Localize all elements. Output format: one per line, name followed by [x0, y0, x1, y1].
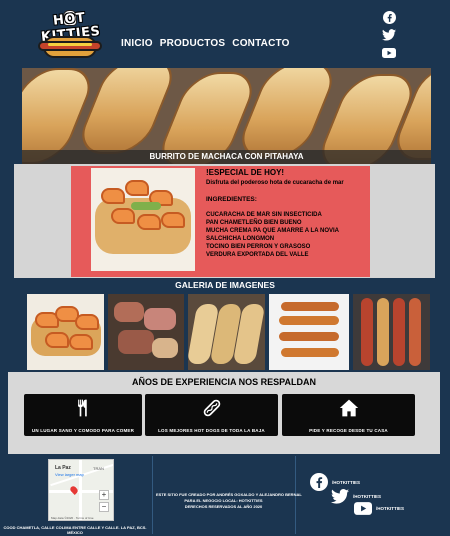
burritos-photo[interactable]: [188, 294, 265, 370]
home-icon: [339, 399, 358, 417]
facebook-icon[interactable]: [381, 10, 397, 24]
social-label: /HOTKITTIES: [332, 479, 360, 485]
shrimp-shape: [161, 212, 185, 228]
cucumber-shape: [131, 202, 161, 210]
ingredient-item: SALCHICHA LONGMON: [206, 236, 275, 242]
site-header: HOT KITTIES INICIO PRODUCTOS CONTACTO: [0, 0, 450, 66]
shrimp-shape: [111, 208, 135, 224]
twitter-icon: [331, 489, 349, 504]
footer-youtube-link[interactable]: /HOTKITTIES: [354, 502, 404, 515]
map-larger-link[interactable]: View larger map: [55, 472, 84, 477]
ingredient-item: VERDURA EXPORTADA DEL VALLE: [206, 252, 309, 258]
header-social-links: [381, 10, 397, 64]
shrimp-shape: [125, 180, 149, 196]
business-address: COOD CHAMETLA, CALLE COLIMA ENTRE CALLE …: [3, 525, 147, 535]
ingredient-item: MUCHA CREMA PA QUE AMARRE A LA NOVIA: [206, 228, 339, 234]
shrimp-shape: [137, 214, 161, 230]
experience-label: LOS MEJORES HOT DOGS DE TODA LA BAJA: [158, 428, 265, 433]
experience-title: AÑOS DE EXPERIENCIA NOS RESPALDAN: [131, 377, 317, 387]
sliced-meat-photo[interactable]: [108, 294, 184, 370]
ingredient-item: TOCINO BIEN PERRON Y GRASOSO: [206, 244, 311, 250]
ingredient-item: CUCARACHA DE MAR SIN INSECTICIDA: [206, 212, 322, 218]
site-credits: ESTE SITIO FUE CREADO POR ANDRÉS GOXALDO…: [156, 492, 302, 510]
shrimp-shape: [101, 188, 125, 204]
experience-card-hotdogs: LOS MEJORES HOT DOGS DE TODA LA BAJA: [145, 394, 278, 436]
hotdog-icon: [203, 399, 220, 417]
social-label: /HOTKITTIES: [376, 506, 404, 511]
nav-contacto[interactable]: CONTACTO: [232, 38, 289, 49]
ingredient-item: PAN CHAMETLEÑO BIEN BUENO: [206, 220, 302, 226]
special-title: !ESPECIAL DE HOY!: [206, 168, 285, 177]
site-logo[interactable]: HOT KITTIES: [30, 6, 110, 60]
map-attribution: Map data ©2020 · Terms of Use: [51, 516, 94, 520]
image-gallery: [27, 294, 430, 370]
mustard-icon: [48, 43, 92, 46]
special-photo: [91, 168, 195, 271]
experience-label: UN LUGAR SANO Y COMODO PARA COMER: [31, 428, 135, 433]
youtube-icon[interactable]: [381, 46, 397, 60]
facebook-icon: [310, 473, 328, 491]
map-place: La Paz: [55, 465, 71, 471]
utensils-icon: [78, 399, 87, 417]
youtube-icon: [354, 502, 372, 515]
twitter-icon[interactable]: [381, 28, 397, 42]
main-nav: INICIO PRODUCTOS CONTACTO: [121, 38, 290, 49]
map-pin-icon: [69, 485, 79, 495]
location-map[interactable]: La Paz View larger map TRAN + − Map data…: [48, 459, 114, 521]
nav-inicio[interactable]: INICIO: [121, 38, 153, 49]
gallery-title: GALERIA DE IMAGENES: [175, 280, 275, 290]
zoom-in-button[interactable]: +: [99, 490, 109, 500]
special-description: Disfruta del poderoso hota de cucaracha …: [206, 180, 344, 186]
credits-line: DERECHOS RESERVADOS AL AÑO 2020: [184, 504, 263, 509]
nav-productos[interactable]: PRODUCTOS: [160, 38, 226, 49]
hero-caption: BURRITO DE MACHACA CON PITAHAYA: [22, 150, 431, 164]
experience-card-casa: PIDE Y RECOGE DESDE TU CASA: [282, 394, 415, 436]
experience-label: PIDE Y RECOGE DESDE TU CASA: [309, 428, 388, 433]
ingredients-list: CUCARACHA DE MAR SIN INSECTICIDA PAN CHA…: [206, 211, 339, 259]
shrimp-hotdog-photo[interactable]: [27, 294, 104, 370]
social-label: /HOTKITTIES: [353, 494, 381, 499]
footer-divider: [152, 456, 153, 534]
experience-card-comer: UN LUGAR SANO Y COMODO PARA COMER: [24, 394, 142, 436]
ingredients-heading: INGREDIENTES:: [206, 196, 257, 203]
zoom-out-button[interactable]: −: [99, 502, 109, 512]
hotdog-skewers-photo[interactable]: [269, 294, 349, 370]
bacon-hotdogs-photo[interactable]: [353, 294, 430, 370]
map-road-label: TRAN: [93, 466, 104, 471]
